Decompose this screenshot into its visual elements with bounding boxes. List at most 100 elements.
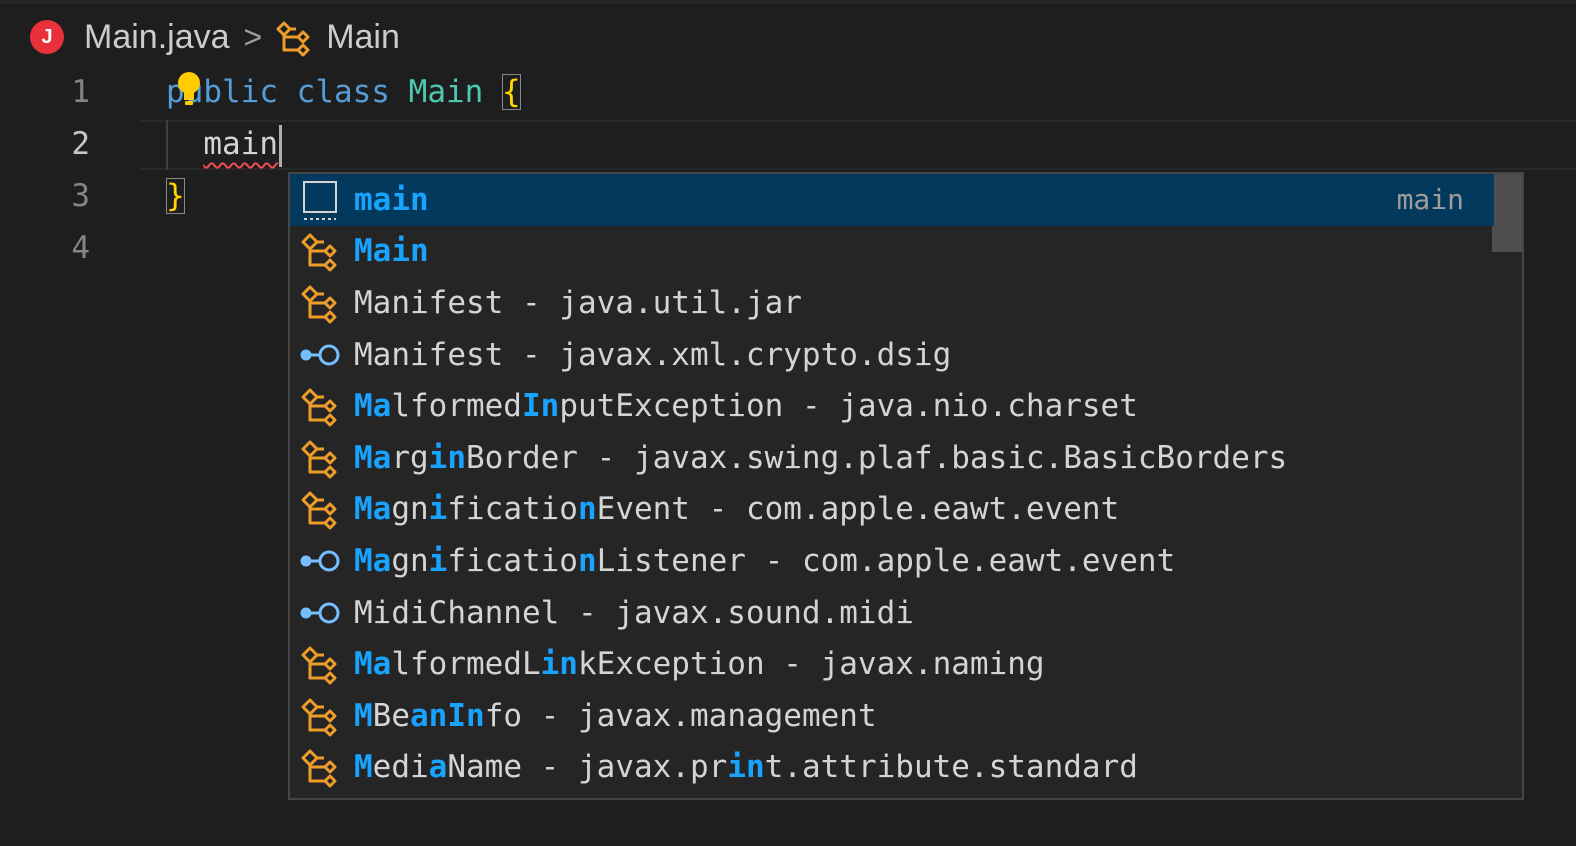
code-line-1[interactable]: public class Main { [166, 66, 521, 118]
tab-bar-edge [0, 0, 1576, 4]
suggestion-label: MBeanInfo - javax.management [354, 698, 877, 734]
suggestion-item[interactable]: MarginBorder - javax.swing.plaf.basic.Ba… [290, 432, 1494, 484]
suggestion-item[interactable]: MidiChannel - javax.sound.midi [290, 587, 1494, 639]
label-text: putException - java.nio.charset [559, 388, 1138, 425]
match-highlight: Ma [354, 491, 392, 528]
match-highlight: in [540, 646, 578, 683]
breadcrumb-file[interactable]: Main.java [84, 18, 230, 57]
label-text: t.attribute.standard [764, 749, 1138, 786]
label-text: Event - com.apple.eawt.event [596, 491, 1120, 528]
match-highlight: In [521, 388, 560, 425]
line-number: 3 [71, 178, 90, 214]
label-text: gn [391, 542, 429, 579]
suggestion-item[interactable]: Manifest - javax.xml.crypto.dsig [290, 329, 1494, 381]
class-icon [301, 440, 337, 479]
label-text: Be [372, 697, 410, 734]
line-number-active: 2 [71, 126, 90, 162]
typed-text: main [203, 126, 278, 162]
match-highlight: a [410, 697, 429, 734]
suggestion-item[interactable]: MediaName - javax.print.attribute.standa… [290, 742, 1494, 794]
match-highlight: M [354, 749, 373, 786]
class-icon [301, 285, 337, 324]
java-file-icon: J [30, 20, 64, 54]
suggestion-item[interactable]: MalformedLinkException - javax.naming [290, 638, 1494, 690]
match-highlight: main [354, 181, 429, 218]
class-name: Main [408, 74, 484, 110]
match-highlight: Ma [354, 388, 392, 425]
label-text: Listener - com.apple.eawt.event [596, 542, 1176, 579]
match-highlight: i [428, 542, 448, 579]
code-line-2[interactable]: main [166, 118, 282, 170]
suggestion-widget[interactable]: main main Main Manifest - java.util.jar Mani… [288, 172, 1524, 800]
breadcrumb-symbol[interactable]: Main [326, 18, 400, 57]
match-highlight: n [577, 491, 597, 528]
interface-icon [300, 602, 340, 624]
label-text: edi [372, 749, 429, 786]
label-text: Name - javax.pr [447, 749, 728, 786]
label-text: Border - javax.swing.plaf.basic.BasicBor… [465, 439, 1288, 476]
keyword-class: class [296, 74, 390, 110]
label-text: fo - javax.management [484, 697, 877, 734]
open-brace: { [501, 74, 521, 110]
close-brace: } [166, 178, 185, 214]
suggestion-item[interactable]: MBeanInfo - javax.management [290, 690, 1494, 742]
match-highlight: Ma [354, 646, 392, 683]
match-highlight: in [428, 439, 466, 476]
suggestion-label: MarginBorder - javax.swing.plaf.basic.Ba… [354, 440, 1287, 476]
suggestion-item[interactable]: main main [290, 174, 1494, 226]
scrollbar-track[interactable] [1492, 174, 1522, 798]
label-text: lformed [391, 388, 522, 425]
scrollbar-thumb[interactable] [1492, 174, 1522, 252]
suggestion-item[interactable]: Manifest - java.util.jar [290, 277, 1494, 329]
class-icon [301, 749, 337, 788]
match-highlight: i [428, 491, 448, 528]
match-highlight: n [428, 697, 448, 734]
suggestion-label: Manifest - java.util.jar [354, 285, 802, 321]
class-icon [276, 21, 310, 57]
suggestion-item[interactable]: MalformedInputException - java.nio.chars… [290, 380, 1494, 432]
suggestion-label: main [354, 182, 429, 218]
match-highlight: I [447, 697, 467, 734]
suggestion-label: MagnificationEvent - com.apple.eawt.even… [354, 491, 1119, 527]
label-text: rg [391, 439, 429, 476]
line-number: 1 [71, 74, 90, 110]
match-highlight: Ma [354, 439, 392, 476]
class-icon [301, 388, 337, 427]
match-highlight: a [428, 749, 448, 786]
suggestion-label: MalformedLinkException - javax.naming [354, 646, 1045, 682]
match-highlight: Ma [354, 542, 392, 579]
lightbulb-icon[interactable] [176, 70, 202, 110]
chevron-right-icon: > [243, 18, 263, 55]
line-number: 4 [71, 230, 90, 266]
code-editor[interactable]: J Main.java > Main 1 2 3 4 public class … [0, 0, 1576, 846]
class-icon [301, 233, 337, 272]
label-text: Manifest - javax.xml.crypto.dsig [354, 336, 952, 373]
label-text: gn [391, 491, 429, 528]
interface-icon [300, 550, 340, 572]
label-text: lformedL [391, 646, 541, 683]
match-highlight: Main [354, 233, 429, 270]
suggestion-item[interactable]: MagnificationListener - com.apple.eawt.e… [290, 535, 1494, 587]
suggestion-label: MediaName - javax.print.attribute.standa… [354, 749, 1138, 785]
suggestion-item[interactable]: Main [290, 226, 1494, 278]
suggestion-label: MagnificationListener - com.apple.eawt.e… [354, 543, 1175, 579]
label-text: MidiChannel - javax.sound.midi [354, 594, 914, 631]
match-highlight: n [466, 697, 485, 734]
suggestion-label: Manifest - javax.xml.crypto.dsig [354, 337, 951, 373]
suggestion-item[interactable]: MagnificationEvent - com.apple.eawt.even… [290, 484, 1494, 536]
label-text: ficatio [447, 491, 578, 528]
suggestion-label: MidiChannel - javax.sound.midi [354, 595, 914, 631]
label-text: kException - javax.naming [577, 646, 1045, 683]
current-line-highlight [140, 120, 1576, 170]
code-line-3[interactable]: } [166, 170, 185, 222]
label-text: Manifest - java.util.jar [354, 284, 802, 321]
suggestion-detail: main [1396, 183, 1464, 217]
suggestion-label: Main [354, 233, 429, 269]
interface-icon [300, 344, 340, 366]
match-highlight: in [727, 749, 765, 786]
text-cursor [278, 124, 282, 167]
class-icon [301, 646, 337, 685]
suggestion-label: MalformedInputException - java.nio.chars… [354, 388, 1138, 424]
snippet-icon [303, 180, 337, 220]
class-icon [301, 698, 337, 737]
